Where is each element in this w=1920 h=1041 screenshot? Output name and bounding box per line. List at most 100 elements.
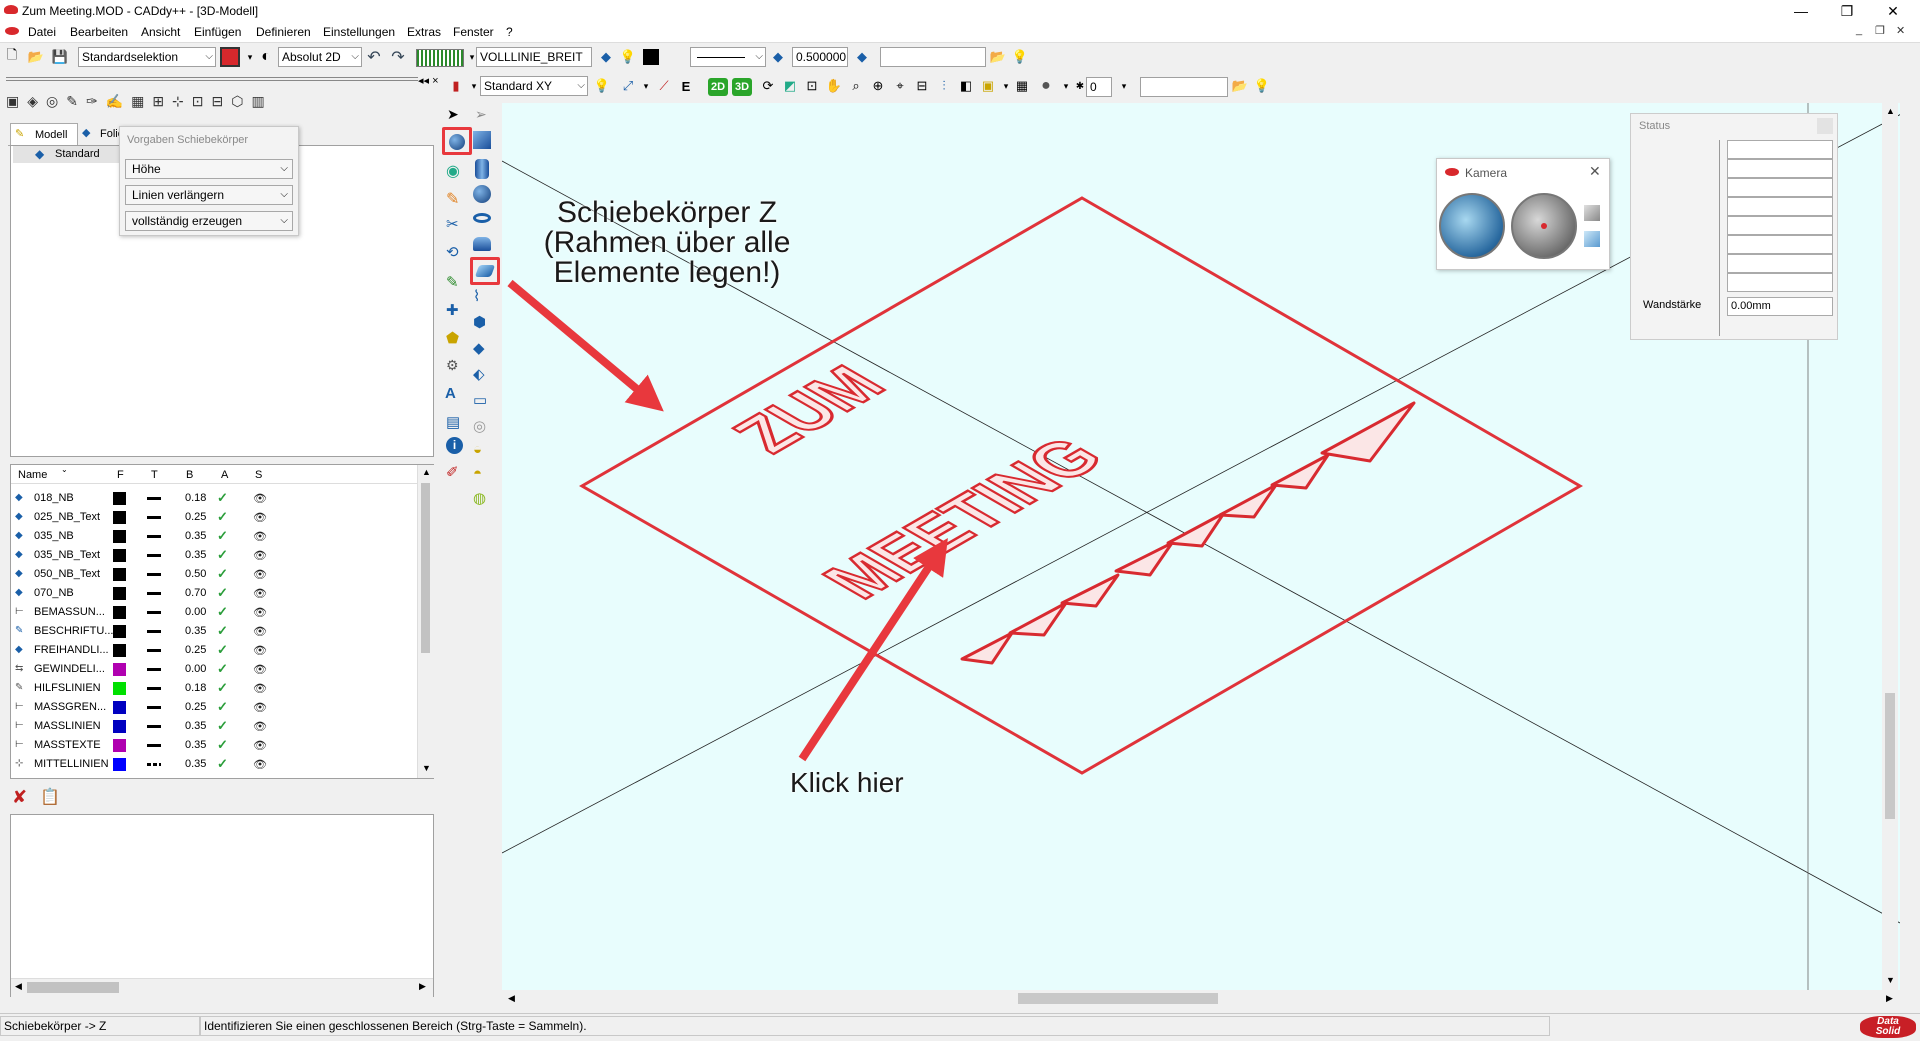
scroll-up-icon[interactable]: ▲ [422,467,431,477]
menu-einfuegen[interactable]: Einfügen [194,25,241,39]
layer-linetype[interactable] [147,554,161,557]
clipboard-icon[interactable]: 📋 [40,787,60,807]
axis-icon[interactable]: ✚ [446,301,459,319]
text-tool-icon[interactable]: A [445,385,456,402]
layer-row[interactable]: ⊢ MASSLINIEN 0.35 ✓ 👁 [11,717,417,736]
boolean-union-icon[interactable]: ◎ [473,417,486,435]
save-icon[interactable]: 💾 [50,47,70,67]
plane-select[interactable]: Standard XY ⌵ [480,76,588,96]
sweep-icon[interactable]: ✂ [446,215,459,233]
menu-bearbeiten[interactable]: Bearbeiten [70,25,128,39]
sphere-solid-icon[interactable] [473,185,491,203]
layer-dropdown-icon[interactable]: ◧ [956,76,976,96]
active-check-icon[interactable]: ✓ [217,604,228,620]
layer-color-swatch[interactable] [113,720,126,733]
layer-color-swatch[interactable] [113,739,126,752]
menu-fenster[interactable]: Fenster [453,25,494,39]
visibility-eye-icon[interactable]: 👁 [253,511,267,524]
hatch-area-icon[interactable]: ▤ [446,413,460,431]
view-3d-button[interactable]: 3D [732,78,752,96]
open-folder-icon[interactable]: 📂 [26,47,46,67]
chamfer-icon[interactable]: ⬢ [473,313,486,331]
status-field[interactable] [1727,140,1833,159]
scroll-down-icon[interactable]: ▼ [1886,975,1895,985]
scroll-left-icon[interactable]: ◀ [508,993,515,1004]
tab-modell[interactable]: ✎ Modell [10,123,78,146]
revolve-icon[interactable]: ◉ [446,161,460,181]
lightbulb-icon[interactable]: 💡 [1252,76,1272,96]
edit-green-icon[interactable]: ✎ [446,273,459,291]
rotate-tool-icon[interactable]: ⟲ [446,243,459,261]
layer-tool-icons[interactable]: ▣◈◎✎✑✍▦⊞⊹⊡⊟⬡▥ [6,93,346,113]
layer-linetype[interactable] [147,497,161,500]
section-icon[interactable]: ⫶ [934,76,954,96]
dome-icon[interactable] [473,237,491,251]
document-icon[interactable] [5,27,19,35]
scrollbar-thumb[interactable] [421,483,430,653]
layer-row[interactable]: ◆ FREIHANDLI... 0.25 ✓ 👁 [11,641,417,660]
scroll-right-icon[interactable]: ▶ [1886,993,1893,1004]
layer-linetype[interactable] [147,744,161,747]
new-file-icon[interactable]: 🗋 [2,47,22,67]
cylinder-icon[interactable] [475,159,489,179]
undo-icon[interactable]: ↶ [364,47,384,67]
column-a[interactable]: A [221,469,228,481]
visibility-eye-icon[interactable]: 👁 [253,492,267,505]
rotate-globe-icon[interactable] [1511,193,1577,259]
generate-mode-select[interactable]: vollständig erzeugen ⌵ [125,211,293,231]
scroll-up-icon[interactable]: ▲ [1886,106,1895,116]
scrollbar-thumb[interactable] [27,982,119,993]
column-f[interactable]: F [117,469,124,481]
layer-stack-icon[interactable]: ◆ [768,47,788,67]
visibility-eye-icon[interactable]: 👁 [253,606,267,619]
layer-color-swatch[interactable] [113,587,126,600]
visibility-eye-icon[interactable]: 👁 [253,720,267,733]
dimension-icon[interactable]: ⬟ [446,329,459,347]
pan-hand-icon[interactable]: ✋ [824,76,844,96]
column-t[interactable]: T [151,469,158,481]
visibility-eye-icon[interactable]: 👁 [253,587,267,600]
layer-linetype[interactable] [147,687,161,690]
lightbulb-icon[interactable]: 💡 [618,47,638,67]
redo-icon[interactable]: ↷ [388,47,408,67]
active-check-icon[interactable]: ✓ [217,566,228,582]
layer-linetype[interactable] [147,725,161,728]
properties-hscrollbar[interactable]: ◀ ▶ [11,978,433,997]
visibility-eye-icon[interactable]: 👁 [253,739,267,752]
orbit-globe-icon[interactable] [1439,193,1505,259]
layer-line-width[interactable]: 0.35 [185,530,206,542]
height-option-select[interactable]: Höhe ⌵ [125,159,293,179]
zoom-icon[interactable]: ⌕ [846,76,866,96]
layer-row[interactable]: ⊢ MASSGREN... 0.25 ✓ 👁 [11,698,417,717]
layer-stack-icon[interactable]: ◆ [596,47,616,67]
layer-row[interactable]: ◆ 018_NB 0.18 ✓ 👁 [11,489,417,508]
layer-row[interactable]: ⇆ GEWINDELI... 0.00 ✓ 👁 [11,660,417,679]
hatch-icon[interactable]: ▦ [1012,76,1032,96]
view-2d-button[interactable]: 2D [708,78,728,96]
layer-linetype[interactable] [147,668,161,671]
zoom-previous-icon[interactable]: ⊟ [912,76,932,96]
layer-line-width[interactable]: 0.35 [185,720,206,732]
boolean-subtract-icon[interactable]: ◒ [473,441,482,458]
lightbulb-icon[interactable]: 💡 [592,76,612,96]
layer-line-width[interactable]: 0.25 [185,511,206,523]
layer-linetype[interactable] [147,516,161,519]
active-check-icon[interactable]: ✓ [217,528,228,544]
layer-color-swatch[interactable] [113,682,126,695]
measure-icon[interactable]: ⟋ [654,76,674,96]
active-check-icon[interactable]: ✓ [217,585,228,601]
pencil-icon[interactable]: ✎ [446,189,459,209]
layer-color-swatch[interactable] [113,701,126,714]
ucs-icon[interactable]: ⤢ [618,76,638,96]
arrow-e-icon[interactable]: E [676,76,696,96]
selection-mode-select[interactable]: Standardselektion ⌵ [78,47,216,67]
menu-definieren[interactable]: Definieren [256,25,311,39]
status-field[interactable] [1727,197,1833,216]
layer-row[interactable]: ✎ BESCHRIFTU... 0.35 ✓ 👁 [11,622,417,641]
status-field[interactable] [1727,273,1833,292]
layer-line-width[interactable]: 0.35 [185,549,206,561]
layer-stack-icon[interactable]: ◆ [852,47,872,67]
layer-row[interactable]: ◆ 035_NB 0.35 ✓ 👁 [11,527,417,546]
active-check-icon[interactable]: ✓ [217,642,228,658]
boolean-green-icon[interactable]: ◍ [473,489,486,507]
